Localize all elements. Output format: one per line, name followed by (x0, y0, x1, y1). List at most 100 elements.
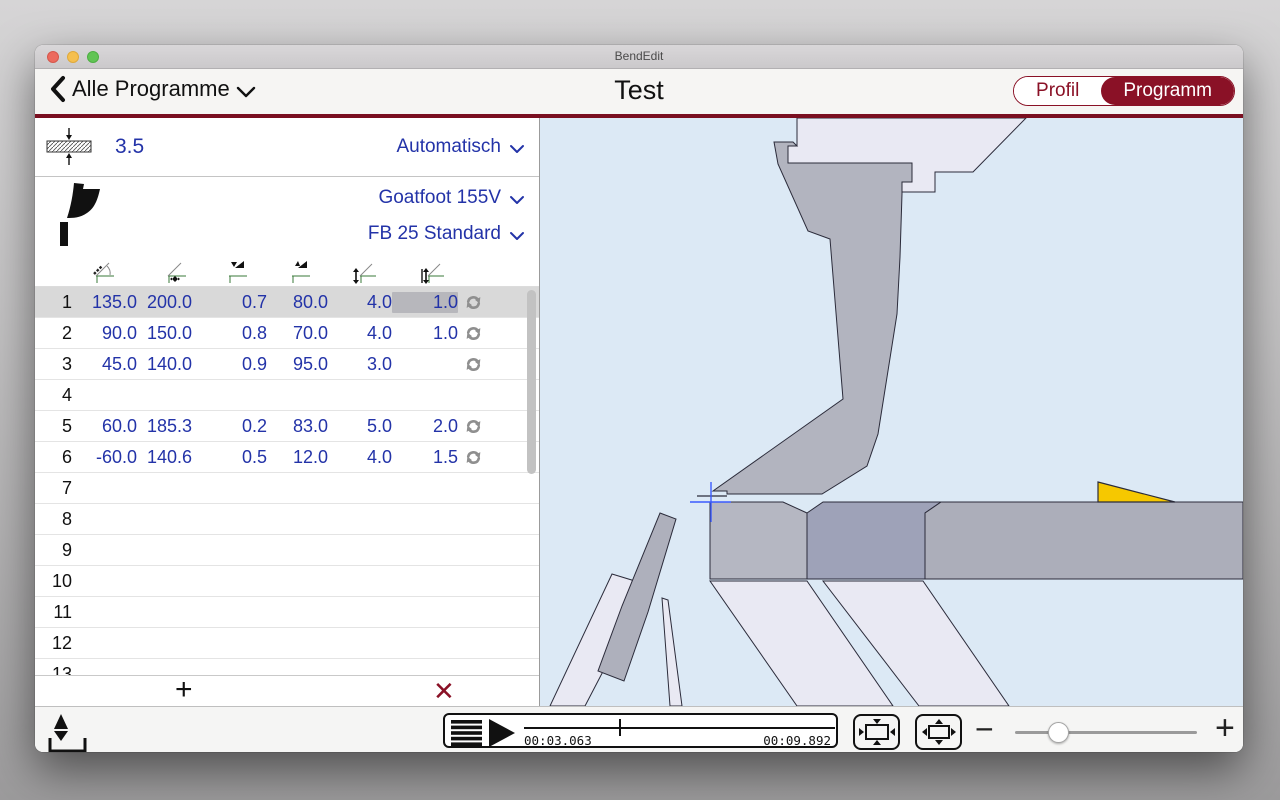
bend-value-cell[interactable]: 140.6 (137, 447, 192, 468)
bend-value-cell[interactable]: 4.0 (328, 292, 392, 313)
bend-value-cell[interactable]: 45.0 (72, 354, 137, 375)
bend-value-cell[interactable]: 1.5 (392, 447, 458, 468)
thickness-value[interactable]: 3.5 (115, 135, 144, 159)
col-radius-icon (223, 258, 249, 284)
refresh-icon[interactable] (458, 293, 488, 312)
bend-row-2[interactable]: 290.0150.00.870.04.01.0 (35, 318, 539, 349)
play-icon[interactable] (487, 718, 517, 748)
tool-selection: Goatfoot 155V FB 25 Standard (35, 177, 539, 254)
bend-value-cell[interactable]: 3.0 (328, 354, 392, 375)
simulation-view[interactable] (540, 118, 1243, 706)
zoom-slider-knob[interactable] (1048, 722, 1069, 743)
close-button[interactable] (47, 51, 59, 63)
bend-row-13[interactable]: 13 (35, 659, 539, 675)
app-window: BendEdit Alle Programme Test ProfilProgr… (35, 45, 1243, 752)
sheet-thickness-icon (45, 127, 93, 167)
column-header-row (35, 254, 539, 286)
expand-view-button[interactable] (915, 714, 962, 750)
bend-value-cell[interactable]: 1.0 (392, 292, 458, 313)
bend-row-9[interactable]: 9 (35, 535, 539, 566)
bend-value-cell[interactable]: -60.0 (72, 447, 137, 468)
minimize-button[interactable] (67, 51, 79, 63)
bend-value-cell[interactable]: 1.0 (392, 323, 458, 344)
bend-value-cell[interactable]: 90.0 (72, 323, 137, 344)
table-scrollbar[interactable] (527, 290, 536, 474)
expand-view-icon (920, 718, 958, 746)
bend-value-cell[interactable]: 150.0 (137, 323, 192, 344)
view-switcher: ProfilProgramm (1013, 76, 1235, 106)
program-panel: 3.5 Automatisch Goatfoot 155V (35, 118, 540, 706)
chevron-down-icon (509, 144, 525, 154)
row-number: 4 (35, 385, 72, 406)
bend-row-1[interactable]: 1135.0200.00.780.04.01.0 (35, 287, 539, 318)
bend-value-cell[interactable]: 95.0 (267, 354, 328, 375)
refresh-icon[interactable] (458, 448, 488, 467)
refresh-icon[interactable] (458, 417, 488, 436)
title-bar: BendEdit (35, 45, 1243, 69)
bend-value-cell[interactable]: 0.7 (192, 292, 267, 313)
bottom-toolbar: 00:03.063 00:09.892 − + (35, 706, 1243, 752)
zoom-slider-track[interactable] (1015, 731, 1197, 734)
bend-row-5[interactable]: 560.0185.30.283.05.02.0 (35, 411, 539, 442)
bend-value-cell[interactable]: 0.5 (192, 447, 267, 468)
refresh-icon[interactable] (458, 355, 488, 374)
nav-header: Alle Programme Test ProfilProgramm (35, 69, 1243, 114)
bend-value-cell[interactable]: 60.0 (72, 416, 137, 437)
tab-programm[interactable]: Programm (1101, 77, 1234, 105)
row-number: 8 (35, 509, 72, 530)
bend-mode-dropdown[interactable]: Automatisch (396, 136, 525, 158)
time-total: 00:09.892 (763, 733, 831, 748)
upper-tool-dropdown[interactable]: Goatfoot 155V (378, 183, 525, 212)
playhead-marker[interactable] (619, 719, 621, 736)
bend-value-cell[interactable]: 80.0 (267, 292, 328, 313)
chevron-down-icon (509, 231, 525, 241)
bend-value-cell[interactable]: 4.0 (328, 323, 392, 344)
bend-value-cell[interactable]: 200.0 (137, 292, 192, 313)
table-footer: + ✕ (35, 675, 539, 706)
press-stroke-button[interactable] (47, 711, 89, 752)
bend-row-3[interactable]: 345.0140.00.995.03.0 (35, 349, 539, 380)
bend-mode-label: Automatisch (396, 136, 501, 158)
bend-row-6[interactable]: 6-60.0140.60.512.04.01.5 (35, 442, 539, 473)
zoom-out-button[interactable]: − (975, 711, 994, 748)
bend-value-cell[interactable]: 2.0 (392, 416, 458, 437)
bend-row-7[interactable]: 7 (35, 473, 539, 504)
row-number: 9 (35, 540, 72, 561)
bend-value-cell[interactable]: 4.0 (328, 447, 392, 468)
bend-value-cell[interactable]: 12.0 (267, 447, 328, 468)
bend-row-8[interactable]: 8 (35, 504, 539, 535)
thickness-row: 3.5 Automatisch (35, 118, 539, 176)
delete-row-button[interactable]: ✕ (433, 676, 455, 707)
die-segment-left (710, 502, 807, 579)
bend-table: 1135.0200.00.780.04.01.0290.0150.00.870.… (35, 286, 539, 675)
bend-value-cell[interactable]: 0.2 (192, 416, 267, 437)
bend-value-cell[interactable]: 140.0 (137, 354, 192, 375)
col-correction-icon (419, 258, 445, 284)
bend-value-cell[interactable]: 135.0 (72, 292, 137, 313)
row-number: 10 (35, 571, 72, 592)
zoom-button[interactable] (87, 51, 99, 63)
lower-tool-label: FB 25 Standard (368, 223, 501, 245)
bend-value-cell[interactable]: 0.8 (192, 323, 267, 344)
tab-profil[interactable]: Profil (1014, 77, 1101, 105)
lower-tool-dropdown[interactable]: FB 25 Standard (368, 219, 525, 248)
fit-to-view-button[interactable] (853, 714, 900, 750)
die-segment-right (925, 502, 1243, 579)
bend-value-cell[interactable]: 185.3 (137, 416, 192, 437)
refresh-icon[interactable] (458, 324, 488, 343)
bend-value-cell[interactable]: 5.0 (328, 416, 392, 437)
zoom-in-button[interactable]: + (1215, 709, 1235, 748)
main-content: 3.5 Automatisch Goatfoot 155V (35, 118, 1243, 706)
bend-row-10[interactable]: 10 (35, 566, 539, 597)
add-row-button[interactable]: + (175, 673, 193, 707)
bend-row-11[interactable]: 11 (35, 597, 539, 628)
bend-value-cell[interactable]: 70.0 (267, 323, 328, 344)
timeline-track[interactable] (524, 727, 835, 729)
bend-value-cell[interactable]: 83.0 (267, 416, 328, 437)
punch-tool-icon (59, 182, 105, 248)
sequence-list-icon[interactable] (451, 720, 484, 746)
bend-row-4[interactable]: 4 (35, 380, 539, 411)
row-number: 6 (35, 447, 72, 468)
bend-value-cell[interactable]: 0.9 (192, 354, 267, 375)
bend-row-12[interactable]: 12 (35, 628, 539, 659)
